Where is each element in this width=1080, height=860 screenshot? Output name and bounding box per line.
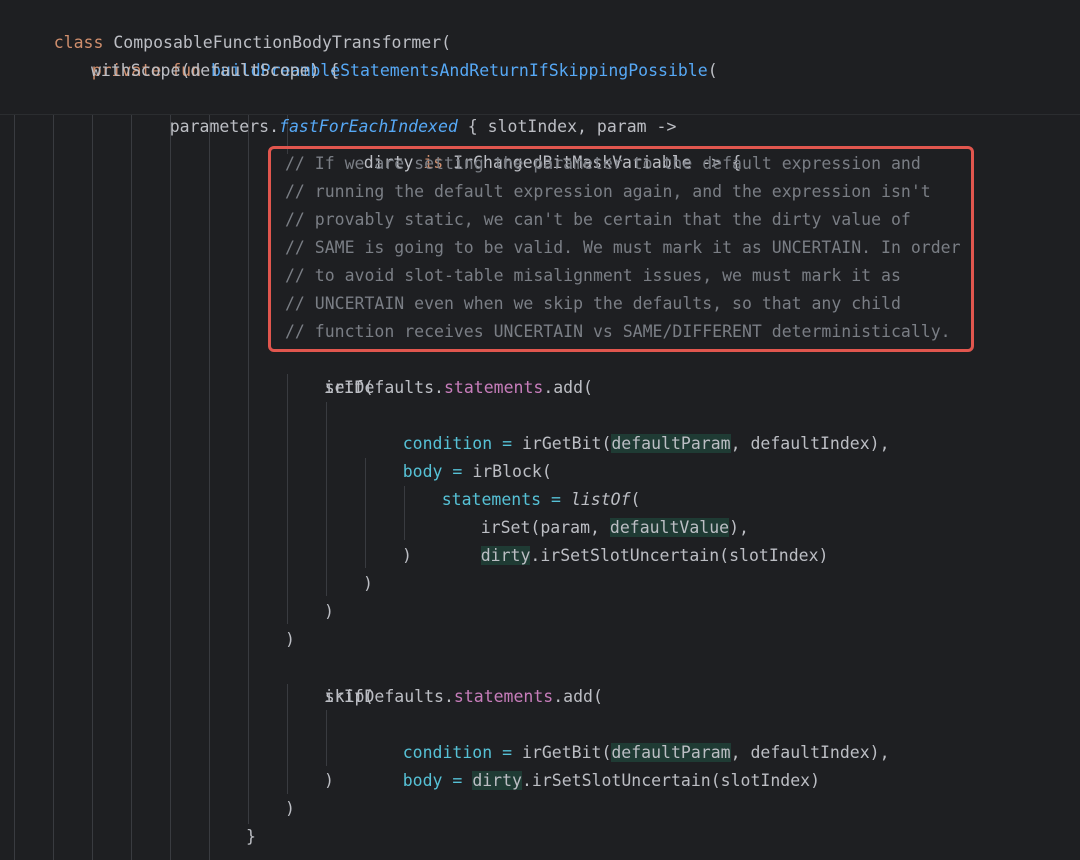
code-token: .irSetSlotUncertain(slotIndex) — [521, 771, 820, 790]
indent-guide — [14, 114, 15, 860]
code-token: ( — [707, 61, 718, 80]
code-line: statements = listOf( — [402, 458, 641, 509]
named-arg-token: body — [402, 771, 443, 790]
indent-guide — [404, 486, 405, 540]
code-line: ) — [285, 630, 295, 649]
sticky-line-foreach[interactable]: parameters.fastForEachIndexed { slotInde… — [130, 85, 677, 136]
code-line: ) — [324, 771, 334, 790]
sticky-line-scope[interactable]: withScope(defaultScope) { — [91, 57, 339, 85]
property-token: statements — [453, 687, 554, 706]
code-line: dirty.irSetSlotUncertain(slotIndex) — [441, 514, 828, 565]
highlighted-token: defaultParam — [611, 434, 731, 453]
code-token: .irSetSlotUncertain(slotIndex) — [530, 546, 829, 565]
indent-guide — [248, 114, 249, 824]
code-line: irIf( — [324, 378, 374, 397]
function-token: fastForEachIndexed — [279, 117, 458, 136]
code-line: body = dirty.irSetSlotUncertain(slotInde… — [363, 739, 820, 790]
indent-guide — [326, 710, 327, 766]
property-token: statements — [443, 378, 544, 397]
code-line: condition = irGetBit(defaultParam, defau… — [363, 711, 890, 762]
code-line: ) — [324, 602, 334, 621]
sticky-line-function[interactable]: private fun buildPreambleStatementsAndRe… — [52, 29, 718, 80]
indent-guide — [287, 684, 288, 794]
indent-guide — [131, 114, 132, 860]
indent-guide — [365, 458, 366, 568]
sticky-scroll-header[interactable]: class ComposableFunctionBodyTransformer(… — [0, 0, 1080, 136]
indent-guide — [209, 114, 210, 860]
code-line: ) — [285, 799, 295, 818]
code-token: { slotIndex, param -> — [457, 117, 677, 136]
code-line: irSet(param, defaultValue), — [441, 486, 749, 537]
highlighted-token: dirty — [480, 546, 531, 565]
sticky-line-class[interactable]: class ComposableFunctionBodyTransformer( — [14, 1, 451, 52]
code-line: } — [246, 827, 256, 846]
indent-guide — [53, 114, 54, 860]
code-token: , defaultIndex), — [730, 434, 890, 453]
code-line: ) — [402, 546, 412, 565]
indent-guide — [326, 402, 327, 596]
code-token: parameters. — [169, 117, 280, 136]
comment-highlight-box — [268, 146, 974, 352]
indent-guide — [170, 114, 171, 860]
code-line: irIf( — [324, 687, 374, 706]
code-line: body = irBlock( — [363, 430, 552, 481]
highlighted-token: dirty — [472, 771, 522, 790]
code-token: = — [442, 771, 473, 790]
code-line: condition = irGetBit(defaultParam, defau… — [363, 402, 890, 453]
code-line: ) — [363, 574, 373, 593]
code-line: skipDefaults.statements.add( — [285, 655, 603, 706]
indent-guide — [92, 114, 93, 860]
code-token: .add( — [543, 378, 593, 397]
indent-guide — [287, 374, 288, 624]
code-token: .add( — [553, 687, 603, 706]
